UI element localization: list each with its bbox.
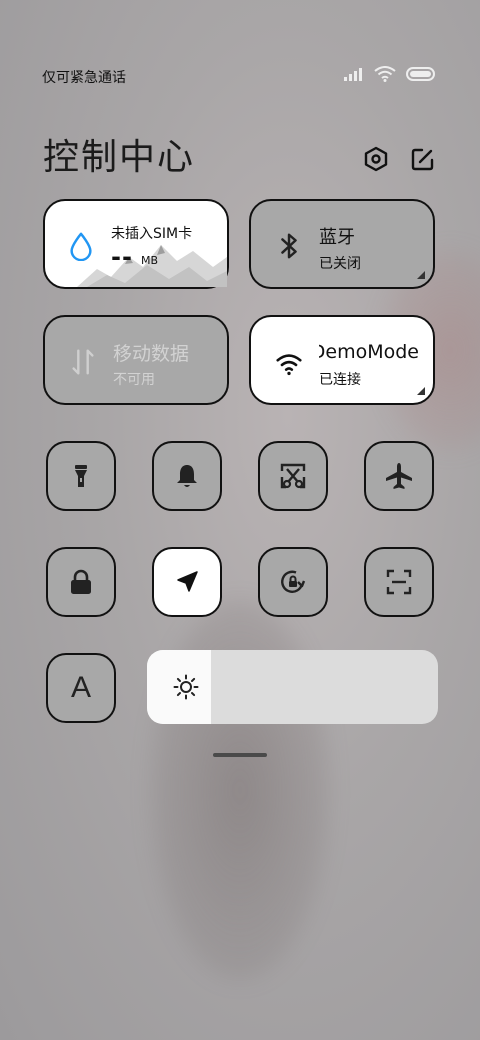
rotation-lock-toggle[interactable]: [258, 547, 328, 617]
flashlight-icon: [75, 465, 87, 487]
sun-icon: [173, 674, 199, 700]
bluetooth-icon: [281, 233, 297, 259]
font-size-toggle[interactable]: A: [46, 653, 116, 723]
battery-icon: [406, 67, 435, 81]
water-drop-icon: [70, 232, 92, 261]
location-toggle[interactable]: [152, 547, 222, 617]
data-usage-unit: MB: [141, 254, 159, 267]
data-usage-value: --: [111, 243, 133, 271]
screenshot-toggle[interactable]: [258, 441, 328, 511]
bluetooth-status: 已关闭: [319, 256, 361, 272]
airplane-toggle[interactable]: [364, 441, 434, 511]
scan-toggle[interactable]: [364, 547, 434, 617]
font-size-icon: A: [70, 671, 91, 704]
mobile-data-arrows-icon: [72, 349, 94, 375]
bluetooth-label: 蓝牙: [319, 227, 355, 248]
expand-corner-icon: [417, 271, 425, 279]
mobile-data-label: 移动数据: [113, 343, 190, 365]
settings-icon[interactable]: [363, 146, 389, 172]
wifi-tile[interactable]: DemoMode 已连接: [249, 315, 435, 405]
sim-status-label: 未插入SIM卡: [111, 226, 193, 242]
mobile-data-tile[interactable]: 移动数据 不可用: [43, 315, 229, 405]
wifi-status-icon: [374, 66, 396, 82]
wifi-status: 已连接: [319, 372, 361, 388]
brightness-slider[interactable]: [147, 650, 438, 724]
bell-icon: [177, 465, 197, 487]
bluetooth-tile[interactable]: 蓝牙 已关闭: [249, 199, 435, 289]
airplane-icon: [386, 463, 412, 489]
flashlight-toggle[interactable]: [46, 441, 116, 511]
status-carrier-text: 仅可紧急通话: [42, 70, 126, 86]
lock-icon: [71, 569, 91, 594]
screenshot-icon: [280, 463, 306, 489]
wifi-network-name: DemoMode: [319, 341, 419, 363]
wifi-icon: [276, 354, 302, 376]
signal-icon: [344, 68, 362, 81]
edit-icon[interactable]: [410, 146, 436, 172]
location-icon: [177, 571, 198, 592]
silent-toggle[interactable]: [152, 441, 222, 511]
rotation-lock-icon: [281, 570, 306, 593]
drag-handle[interactable]: [213, 753, 267, 757]
expand-corner-icon: [417, 387, 425, 395]
sim-data-tile[interactable]: 未插入SIM卡 -- MB: [43, 199, 229, 289]
lock-screen-toggle[interactable]: [46, 547, 116, 617]
status-icons: [344, 66, 436, 82]
page-title: 控制中心: [43, 137, 196, 178]
scan-icon: [386, 569, 412, 595]
mobile-data-status: 不可用: [113, 372, 155, 388]
